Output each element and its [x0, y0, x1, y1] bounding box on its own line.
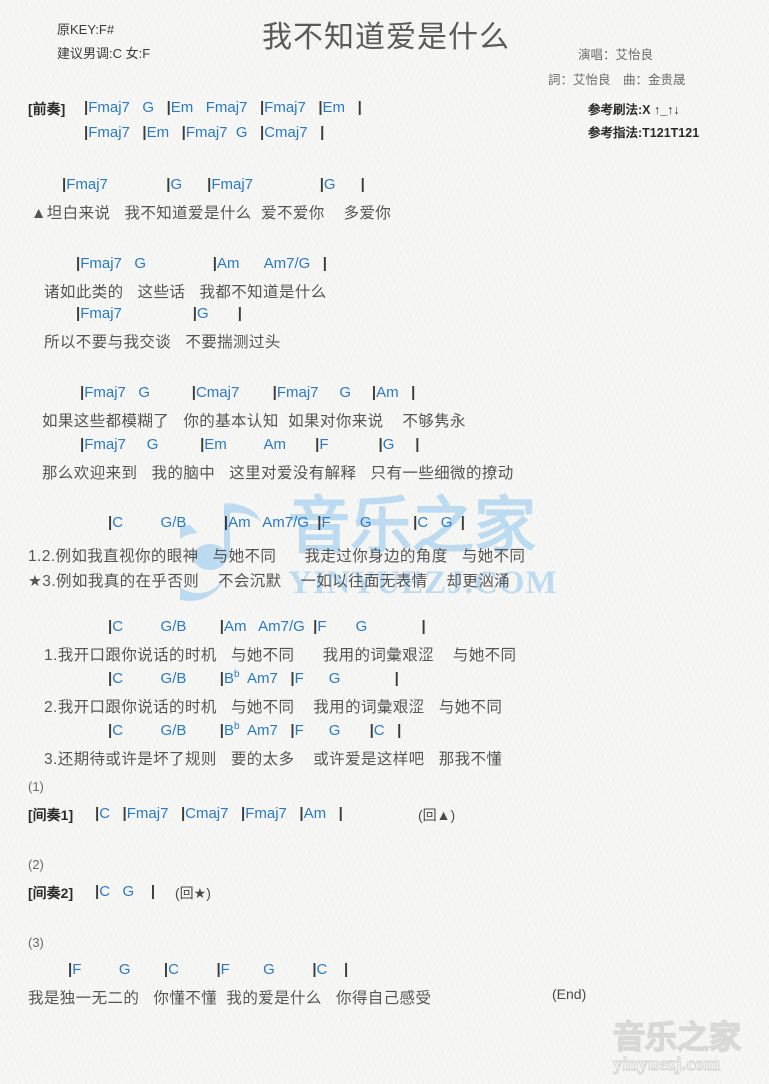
numbered-verse-3-lyric-line: 3.还期待或许是坏了规则 要的太多 或许爱是这样吧 那我不懂	[44, 751, 503, 768]
verse-c-lyric-line-2: 那么欢迎来到 我的脑中 这里对爱没有解释 只有一些细微的撩动	[42, 465, 514, 482]
verse-a-chord-line-1: |Fmaj7 |G |Fmaj7 |G |	[62, 176, 365, 193]
chord-sheet-page: 原KEY:F# 建议男调:C 女:F 我不知道爱是什么 演唱：艾怡良 詞：艾怡良…	[0, 0, 769, 1084]
verse-b-lyric-line-2: 所以不要与我交谈 不要揣测过头	[44, 334, 281, 351]
chorus-lyric-line-1: 1.2.例如我直视你的眼神 与她不同 我走过你身边的角度 与她不同	[28, 548, 526, 565]
interlude-2-repeat: (回★)	[175, 885, 211, 901]
verse-c-chord-line-1: |Fmaj7 G |Cmaj7 |Fmaj7 G |Am |	[80, 384, 416, 401]
interlude-1-repeat: (回▲)	[418, 807, 456, 823]
original-key-label: 原KEY:F#	[57, 22, 115, 37]
verse-b-chord-line-1: |Fmaj7 G |Am Am7/G |	[76, 255, 327, 272]
intro-chord-line-1: |Fmaj7 G |Em Fmaj7 |Fmaj7 |Em |	[84, 99, 362, 116]
finger-pattern-label: 参考指法:T121T121	[588, 126, 700, 140]
verse-c-lyric-line-1: 如果这些都模糊了 你的基本认知 如果对你来说 不够隽永	[42, 413, 466, 430]
numbered-verse-3-chord-line: |C G/B |Bb Am7 |F G |C |	[108, 721, 402, 740]
ending-marker: (End)	[552, 986, 587, 1002]
chorus-chord-line: |C G/B |Am Am7/G |F G |C G |	[108, 514, 465, 531]
ending-number: (3)	[28, 935, 44, 950]
numbered-verse-1-chord-line: |C G/B |Am Am7/G |F G |	[108, 618, 426, 635]
interlude-1-chords: |C |Fmaj7 |Cmaj7 |Fmaj7 |Am |	[95, 805, 343, 822]
numbered-verse-1-lyric-line: 1.我开口跟你说话的时机 与她不同 我用的词彙艰涩 与她不同	[44, 647, 517, 664]
singer-credit: 演唱：艾怡良	[578, 48, 654, 62]
ending-chord-line: |F G |C |F G |C |	[68, 961, 349, 978]
suggested-key-label: 建议男调:C 女:F	[57, 46, 151, 61]
numbered-verse-2-lyric-line: 2.我开口跟你说话的时机 与她不同 我用的词彙艰涩 与她不同	[44, 699, 503, 716]
intro-chord-line-2: |Fmaj7 |Em |Fmaj7 G |Cmaj7 |	[84, 124, 325, 141]
interlude-2-number: (2)	[28, 857, 44, 872]
interlude-2-label: [间奏2]	[28, 885, 74, 901]
chorus-lyric-line-2: ★3.例如我真的在乎否则 不会沉默 一如以往面无表情 却更汹涌	[28, 573, 511, 590]
intro-section-label: [前奏]	[28, 101, 66, 117]
verse-b-chord-line-2: |Fmaj7 |G |	[76, 305, 242, 322]
writer-credit: 詞：艾怡良 曲：金贵晟	[548, 73, 686, 87]
ending-lyric-line: 我是独一无二的 你懂不懂 我的爱是什么 你得自己感受	[28, 990, 432, 1007]
strum-pattern-label: 参考刷法:X ↑_↑↓	[588, 103, 680, 117]
interlude-1-number: (1)	[28, 779, 44, 794]
page-title: 我不知道爱是什么	[262, 21, 510, 54]
corner-watermark-site-text: yinyuezj.com	[613, 1054, 720, 1075]
corner-watermark-logo-text: 音乐之家	[613, 1019, 741, 1055]
numbered-verse-2-chord-line: |C G/B |Bb Am7 |F G |	[108, 669, 399, 688]
verse-a-lyric-line-1: ▲坦白来说 我不知道爱是什么 爱不爱你 多爱你	[31, 205, 392, 222]
corner-watermark: 音乐之家 yinyuezj.com	[609, 1016, 759, 1076]
verse-b-lyric-line-1: 诸如此类的 这些话 我都不知道是什么	[44, 284, 327, 301]
verse-c-chord-line-2: |Fmaj7 G |Em Am |F |G |	[80, 436, 420, 453]
interlude-2-chords: |C G |	[95, 883, 156, 900]
interlude-1-label: [间奏1]	[28, 807, 74, 823]
